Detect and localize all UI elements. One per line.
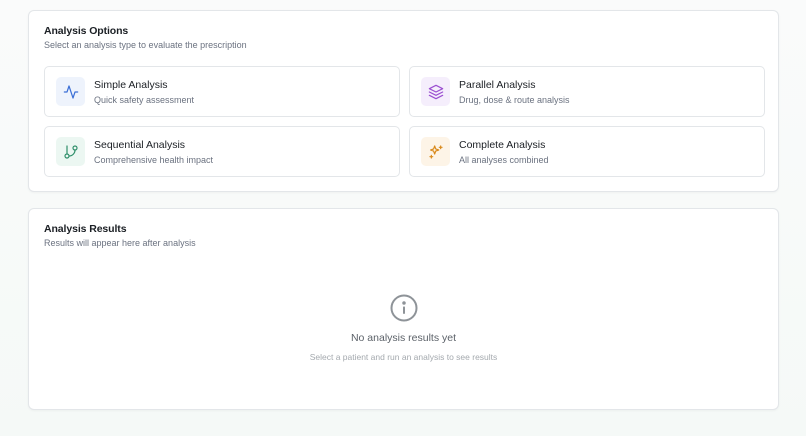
analysis-options-title: Analysis Options <box>44 25 129 37</box>
option-title: Complete Analysis <box>459 139 546 151</box>
complete-analysis-option[interactable]: Complete Analysis All analyses combined <box>409 126 765 177</box>
option-title: Parallel Analysis <box>459 79 536 91</box>
parallel-analysis-option[interactable]: Parallel Analysis Drug, dose & route ana… <box>409 66 765 117</box>
option-description: Quick safety assessment <box>94 95 195 105</box>
option-description: All analyses combined <box>459 155 549 165</box>
analysis-options-subtitle: Select an analysis type to evaluate the … <box>44 40 247 50</box>
simple-analysis-option[interactable]: Simple Analysis Quick safety assessment <box>44 66 400 117</box>
empty-state-title: No analysis results yet <box>350 332 457 344</box>
sequential-analysis-option[interactable]: Sequential Analysis Comprehensive health… <box>44 126 400 177</box>
option-title: Simple Analysis <box>94 79 168 91</box>
layers-icon <box>421 77 450 106</box>
analysis-results-title: Analysis Results <box>44 223 127 235</box>
option-title: Sequential Analysis <box>94 139 186 151</box>
option-description: Drug, dose & route analysis <box>459 95 570 105</box>
info-icon <box>389 293 419 323</box>
analysis-results-card: Analysis Results Results will appear her… <box>28 208 779 410</box>
empty-state-description: Select a patient and run an analysis to … <box>309 352 498 362</box>
analysis-results-subtitle: Results will appear here after analysis <box>44 238 196 248</box>
sparkles-icon <box>421 137 450 166</box>
activity-icon <box>56 77 85 106</box>
option-description: Comprehensive health impact <box>94 155 214 165</box>
git-branch-icon <box>56 137 85 166</box>
empty-state: No analysis results yet Select a patient… <box>29 293 778 362</box>
analysis-options-card: Analysis Options Select an analysis type… <box>28 10 779 192</box>
